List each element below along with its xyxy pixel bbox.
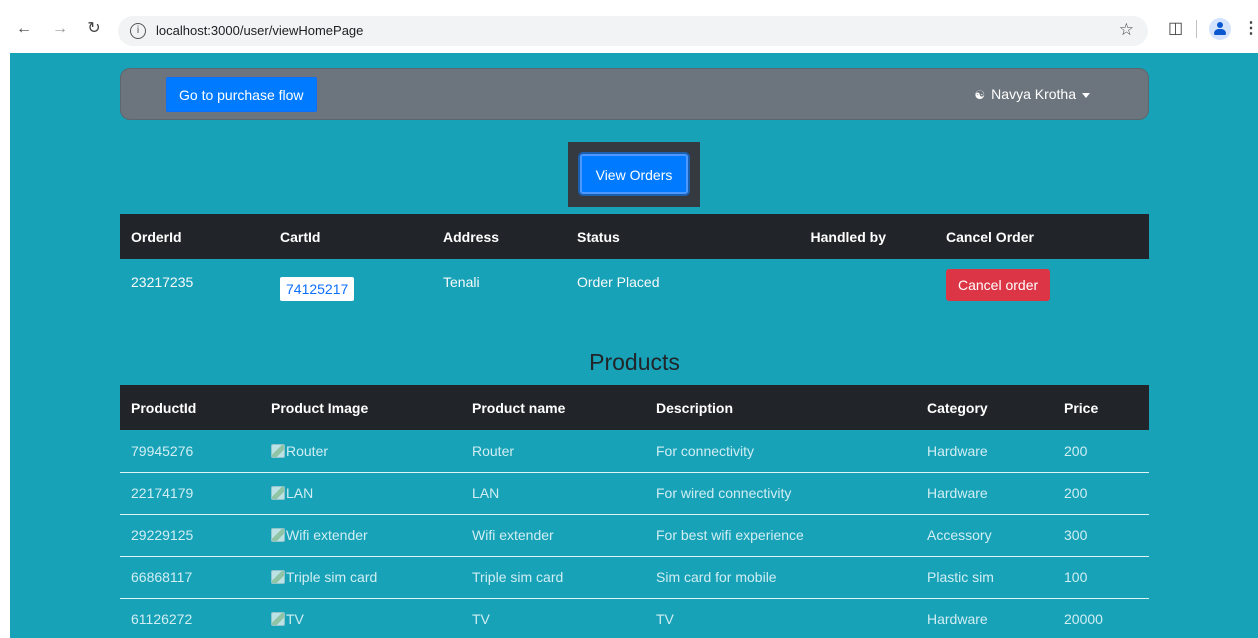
- user-dropdown[interactable]: ☯ Navya Krotha: [974, 86, 1090, 102]
- product-category: Hardware: [916, 430, 1053, 473]
- info-icon[interactable]: i: [130, 23, 146, 39]
- header-description: Description: [645, 385, 916, 430]
- view-orders-container: View Orders: [568, 142, 700, 207]
- product-price: 200: [1053, 472, 1149, 515]
- product-id: 29229125: [120, 514, 260, 557]
- product-image: Wifi extender: [260, 514, 461, 557]
- product-id: 61126272: [120, 598, 260, 638]
- toolbar-divider: [1196, 20, 1197, 38]
- header-status: Status: [566, 214, 751, 259]
- broken-image-icon: [271, 570, 285, 584]
- broken-image-icon: [271, 486, 285, 500]
- product-description: For best wifi experience: [645, 514, 916, 557]
- products-heading: Products: [589, 349, 680, 375]
- header-product-image: Product Image: [260, 385, 461, 430]
- extensions-icon[interactable]: ◫: [1168, 18, 1183, 38]
- table-row: 22174179 LAN LAN For wired connectivity …: [120, 472, 1149, 515]
- product-price: 300: [1053, 514, 1149, 557]
- product-category: Plastic sim: [916, 556, 1053, 599]
- table-row: 66868117 Triple sim card Triple sim card…: [120, 556, 1149, 599]
- product-image: LAN: [260, 472, 461, 515]
- go-to-purchase-flow-button[interactable]: Go to purchase flow: [166, 77, 317, 112]
- cancel-order-button[interactable]: Cancel order: [946, 269, 1051, 301]
- header-productid: ProductId: [120, 385, 260, 430]
- view-orders-button[interactable]: View Orders: [580, 154, 688, 194]
- product-category: Hardware: [916, 598, 1053, 638]
- product-image: TV: [260, 598, 461, 638]
- header-category: Category: [916, 385, 1053, 430]
- orders-table: OrderId CartId Address Status Handled by…: [120, 214, 1149, 319]
- header-cancel-order: Cancel Order: [926, 214, 1149, 259]
- bookmark-star-icon[interactable]: ☆: [1119, 20, 1134, 40]
- forward-arrow-icon[interactable]: →: [50, 19, 70, 39]
- products-table: ProductId Product Image Product name Des…: [120, 385, 1149, 638]
- product-description: TV: [645, 598, 916, 638]
- profile-icon[interactable]: [1209, 18, 1231, 40]
- product-name: Triple sim card: [461, 556, 645, 599]
- product-id: 22174179: [120, 472, 260, 515]
- caret-down-icon: [1082, 92, 1090, 98]
- browser-chrome: ← → ↻ i localhost:3000/user/viewHomePage…: [0, 0, 1258, 53]
- order-id: 23217235: [131, 274, 194, 290]
- product-description: For wired connectivity: [645, 472, 916, 515]
- product-price: 100: [1053, 556, 1149, 599]
- orders-header-row: OrderId CartId Address Status Handled by…: [120, 214, 1149, 259]
- product-category: Hardware: [916, 472, 1053, 515]
- menu-dots-icon[interactable]: ⋮: [1243, 18, 1258, 38]
- back-arrow-icon[interactable]: ←: [14, 19, 34, 39]
- user-name: Navya Krotha: [991, 86, 1076, 102]
- broken-image-icon: [271, 612, 285, 626]
- product-id: 79945276: [120, 430, 260, 473]
- cart-id-link[interactable]: 74125217: [280, 277, 355, 301]
- product-image: Triple sim card: [260, 556, 461, 599]
- person-icon: ☯: [974, 88, 986, 102]
- header-cartid: CartId: [269, 214, 432, 259]
- product-price: 200: [1053, 430, 1149, 473]
- product-description: For connectivity: [645, 430, 916, 473]
- page-content: Go to purchase flow ☯ Navya Krotha View O…: [10, 53, 1258, 638]
- product-name: LAN: [461, 472, 645, 515]
- product-price: 20000: [1053, 598, 1149, 638]
- header-handled-by: Handled by: [751, 214, 926, 259]
- product-name: Router: [461, 430, 645, 473]
- product-description: Sim card for mobile: [645, 556, 916, 599]
- product-category: Accessory: [916, 514, 1053, 557]
- order-status: Order Placed: [577, 274, 660, 290]
- product-image: Router: [260, 430, 461, 473]
- address-bar[interactable]: i localhost:3000/user/viewHomePage ☆: [118, 16, 1148, 46]
- product-name: TV: [461, 598, 645, 638]
- product-name: Wifi extender: [461, 514, 645, 557]
- top-navbar: Go to purchase flow ☯ Navya Krotha: [120, 68, 1149, 120]
- table-row: 61126272 TV TV TV Hardware 20000: [120, 598, 1149, 638]
- reload-icon[interactable]: ↻: [84, 19, 104, 39]
- table-row: 23217235 74125217 Tenali Order Placed Ca…: [120, 259, 1149, 319]
- product-id: 66868117: [120, 556, 260, 599]
- header-product-name: Product name: [461, 385, 645, 430]
- url-text[interactable]: localhost:3000/user/viewHomePage: [156, 23, 363, 38]
- header-price: Price: [1053, 385, 1149, 430]
- header-orderid: OrderId: [120, 214, 269, 259]
- table-row: 79945276 Router Router For connectivity …: [120, 430, 1149, 473]
- broken-image-icon: [271, 443, 285, 458]
- order-handled-by: [751, 259, 926, 319]
- order-address: Tenali: [443, 274, 480, 290]
- table-row: 29229125 Wifi extender Wifi extender For…: [120, 514, 1149, 557]
- header-address: Address: [432, 214, 566, 259]
- products-header-row: ProductId Product Image Product name Des…: [120, 385, 1149, 430]
- broken-image-icon: [271, 528, 285, 542]
